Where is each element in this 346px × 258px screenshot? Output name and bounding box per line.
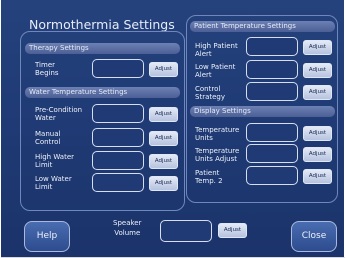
high-water-limit-field[interactable] [92, 151, 144, 170]
therapy-settings-header: Therapy Settings [25, 43, 180, 54]
display-settings-header: Display Settings [190, 106, 335, 117]
pre-condition-water-label: Pre-Condition Water [35, 106, 83, 122]
normothermia-settings-screen: Normothermia Settings Therapy Settings T… [1, 0, 344, 257]
temperature-units-adjust-field[interactable] [246, 144, 298, 163]
control-strategy-field[interactable] [246, 82, 298, 101]
speaker-volume-label: Speaker Volume [113, 219, 142, 237]
manual-control-field[interactable] [92, 128, 144, 147]
high-water-limit-adjust-button[interactable]: Adjust [149, 154, 178, 169]
patient-temperature-settings-header: Patient Temperature Settings [190, 21, 335, 32]
low-patient-alert-label: Low Patient Alert [195, 63, 236, 79]
speaker-volume-field[interactable] [160, 220, 212, 242]
temperature-units-adjust-button-2[interactable]: Adjust [303, 147, 332, 162]
timer-begins-label: Timer Begins [35, 61, 59, 77]
help-button[interactable]: Help [24, 221, 70, 252]
low-water-limit-adjust-button[interactable]: Adjust [149, 176, 178, 191]
timer-begins-field[interactable] [92, 59, 144, 78]
patient-temp-2-label: Patient Temp. 2 [195, 169, 223, 185]
high-patient-alert-field[interactable] [246, 37, 298, 56]
close-button[interactable]: Close [291, 221, 337, 252]
manual-control-adjust-button[interactable]: Adjust [149, 131, 178, 146]
low-water-limit-field[interactable] [92, 173, 144, 192]
temperature-units-field[interactable] [246, 123, 298, 142]
patient-temp-2-field[interactable] [246, 166, 298, 185]
left-settings-panel: Therapy Settings Timer Begins Adjust Wat… [20, 31, 185, 211]
speaker-volume-adjust-button[interactable]: Adjust [218, 223, 247, 238]
high-patient-alert-label: High Patient Alert [195, 42, 238, 58]
high-water-limit-label: High Water Limit [35, 153, 75, 169]
low-patient-alert-field[interactable] [246, 60, 298, 79]
pre-condition-water-adjust-button[interactable]: Adjust [149, 107, 178, 122]
low-patient-alert-adjust-button[interactable]: Adjust [303, 63, 332, 78]
high-patient-alert-adjust-button[interactable]: Adjust [303, 40, 332, 55]
pre-condition-water-field[interactable] [92, 104, 144, 123]
timer-begins-adjust-button[interactable]: Adjust [149, 62, 178, 77]
page-title: Normothermia Settings [29, 17, 175, 32]
patient-temp-2-adjust-button[interactable]: Adjust [303, 169, 332, 184]
manual-control-label: Manual Control [35, 130, 61, 146]
control-strategy-adjust-button[interactable]: Adjust [303, 85, 332, 100]
temperature-units-adjust-label: Temperature Units Adjust [195, 147, 240, 163]
low-water-limit-label: Low Water Limit [35, 175, 72, 191]
water-temperature-settings-header: Water Temperature Settings [25, 87, 180, 98]
temperature-units-adjust-button[interactable]: Adjust [303, 126, 332, 141]
control-strategy-label: Control Strategy [195, 85, 225, 101]
temperature-units-label: Temperature Units [195, 126, 240, 142]
right-settings-panel: Patient Temperature Settings High Patien… [186, 15, 338, 203]
